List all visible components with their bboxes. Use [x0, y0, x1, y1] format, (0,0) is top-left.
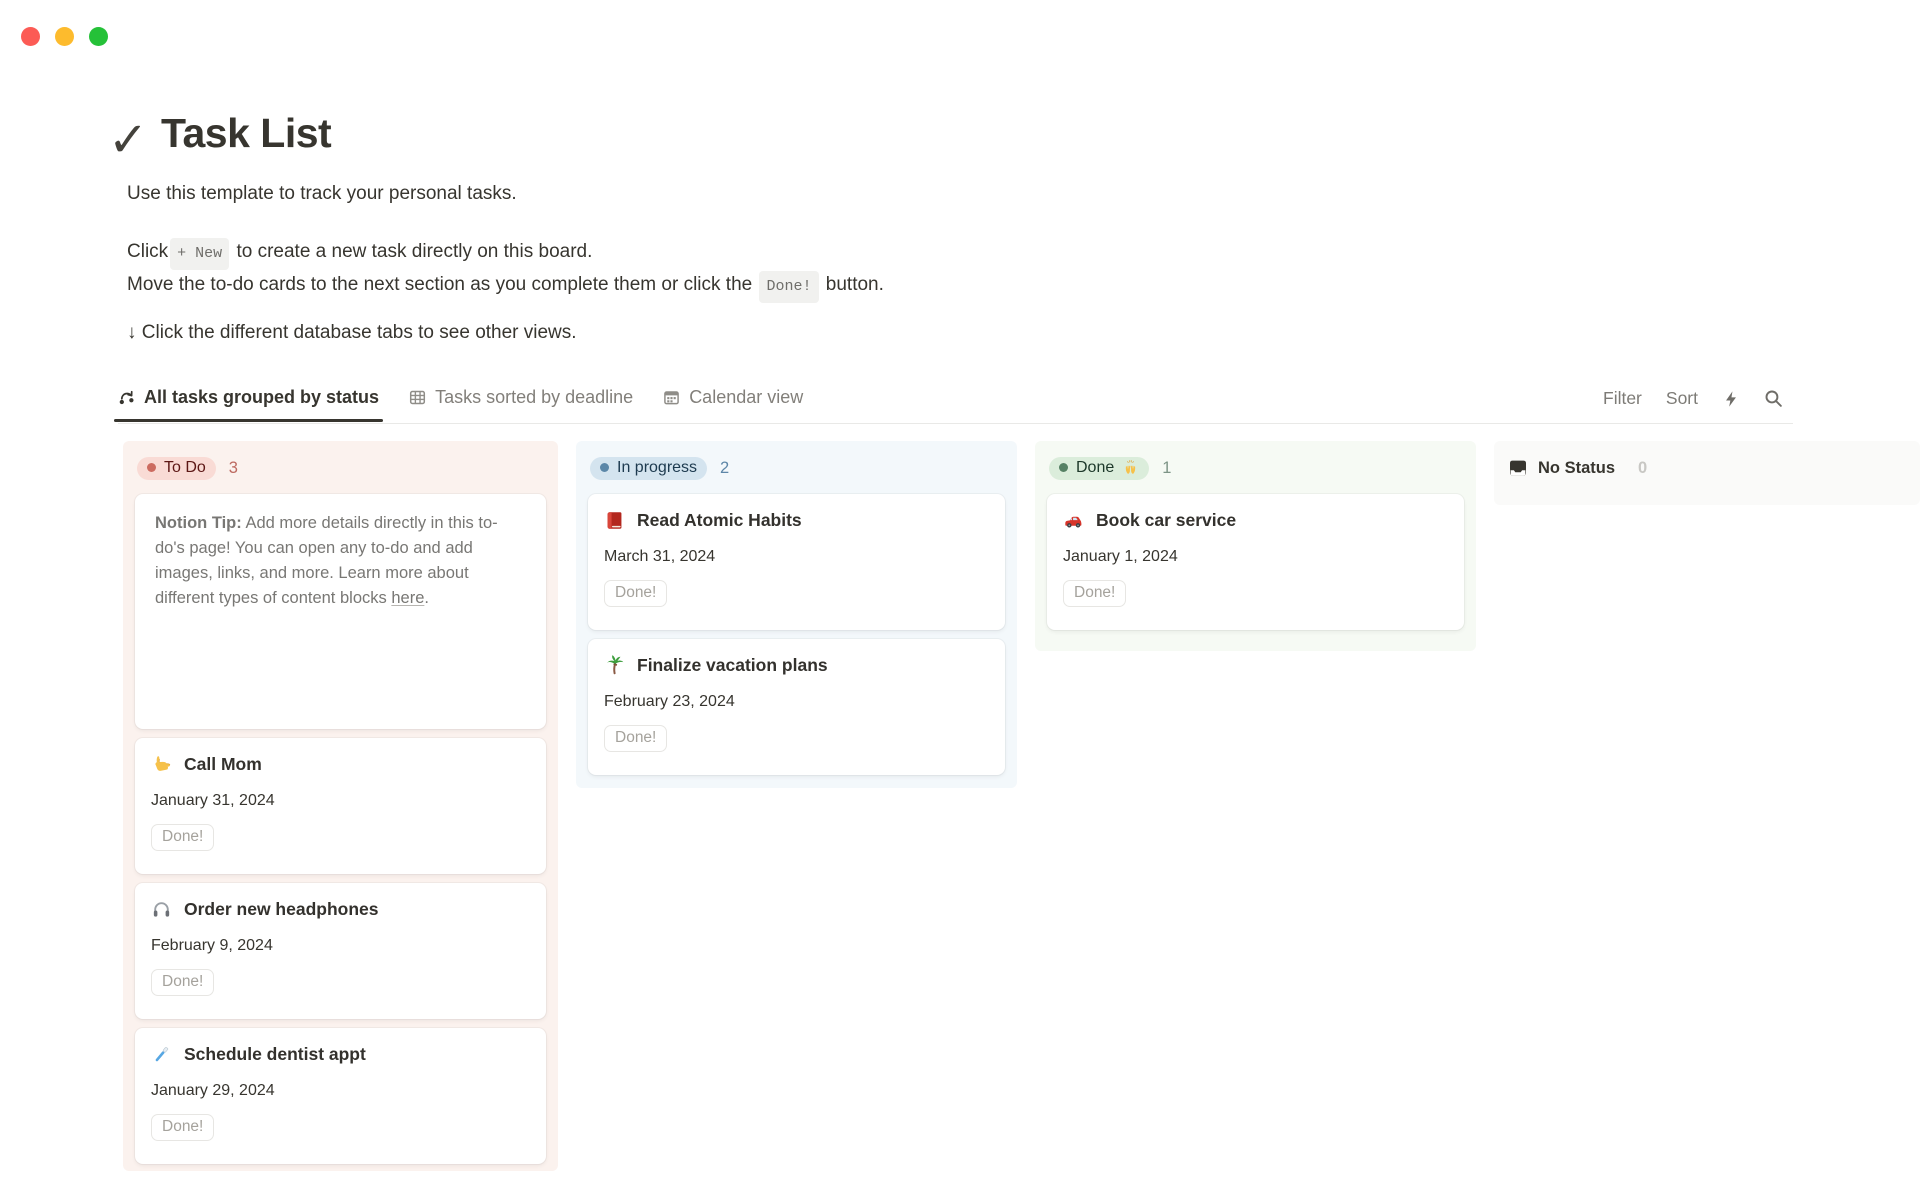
tab-label: Tasks sorted by deadline — [435, 387, 633, 408]
done-button[interactable]: Done! — [151, 1114, 214, 1141]
instr1-text-2: to create a new task directly on this bo… — [231, 241, 592, 262]
sort-button[interactable]: Sort — [1666, 388, 1698, 409]
raised-hands-emoji — [1122, 459, 1139, 476]
tip-text-end: . — [424, 589, 429, 607]
card-title: Book car service — [1096, 510, 1236, 531]
close-window-button[interactable] — [21, 27, 40, 46]
column-count: 2 — [720, 459, 729, 478]
instr1-text: Click — [127, 241, 168, 262]
status-label: To Do — [164, 459, 206, 477]
instr2-text: Move the to-do cards to the next section… — [127, 274, 752, 295]
red-car-emoji — [1063, 510, 1084, 531]
palm-tree-emoji — [604, 655, 625, 676]
red-book-emoji — [604, 510, 625, 531]
card-title: Read Atomic Habits — [637, 510, 802, 531]
card-title: Call Mom — [184, 754, 262, 775]
column-header[interactable]: Done 1 — [1049, 455, 1462, 481]
task-card-read-atomic-habits[interactable]: Read Atomic Habits March 31, 2024 Done! — [588, 494, 1005, 630]
card-title: Schedule dentist appt — [184, 1044, 366, 1065]
status-label: Done — [1076, 459, 1114, 477]
search-icon[interactable] — [1764, 389, 1783, 408]
column-count: 1 — [1162, 459, 1171, 478]
card-title: Finalize vacation plans — [637, 655, 828, 676]
column-count: 0 — [1638, 459, 1647, 478]
minimize-window-button[interactable] — [55, 27, 74, 46]
tip-bold-label: Notion Tip: — [155, 514, 242, 532]
card-due-date: January 29, 2024 — [151, 1082, 530, 1100]
column-in-progress: In progress 2 Read Atomic Habits March 3… — [576, 441, 1017, 788]
calendar-view-icon — [663, 389, 680, 406]
card-due-date: January 31, 2024 — [151, 792, 530, 810]
task-card-order-new-headphones[interactable]: Order new headphones February 9, 2024 Do… — [135, 883, 546, 1019]
status-pill-in-progress[interactable]: In progress — [590, 457, 707, 480]
card-due-date: March 31, 2024 — [604, 548, 989, 566]
done-button[interactable]: Done! — [604, 580, 667, 607]
status-pill-to-do[interactable]: To Do — [137, 457, 216, 480]
page-checkmark-icon: ✓ — [108, 112, 148, 168]
done-button[interactable]: Done! — [151, 969, 214, 996]
status-label: No Status — [1538, 459, 1615, 478]
card-due-date: January 1, 2024 — [1063, 548, 1448, 566]
column-count: 3 — [229, 459, 238, 478]
instr3-text: ↓ Click the different database tabs to s… — [127, 322, 577, 344]
notion-tip-card[interactable]: Notion Tip: Add more details directly in… — [135, 494, 546, 729]
page-subtitle: Use this template to track your personal… — [127, 183, 517, 205]
inbox-icon — [1508, 458, 1528, 478]
database-toolbar: Filter Sort — [1603, 388, 1783, 409]
column-no-status: No Status 0 — [1494, 441, 1920, 505]
status-pill-done[interactable]: Done — [1049, 457, 1149, 480]
status-label: In progress — [617, 459, 697, 477]
done-chip: Done! — [759, 271, 818, 303]
column-to-do: To Do 3 Notion Tip: Add more details dir… — [123, 441, 558, 1171]
task-card-call-mom[interactable]: Call Mom January 31, 2024 Done! — [135, 738, 546, 874]
done-button[interactable]: Done! — [151, 824, 214, 851]
tab-all-tasks-grouped-by-status[interactable]: All tasks grouped by status — [118, 383, 379, 412]
headphones-emoji — [151, 899, 172, 920]
column-header[interactable]: No Status 0 — [1508, 455, 1906, 481]
instructions-paragraph: Click+ New to create a new task directly… — [127, 237, 884, 303]
zoom-window-button[interactable] — [89, 27, 108, 46]
card-due-date: February 23, 2024 — [604, 693, 989, 711]
toothbrush-emoji — [151, 1044, 172, 1065]
table-view-icon — [409, 389, 426, 406]
tip-here-link[interactable]: here — [391, 589, 424, 607]
lightning-icon[interactable] — [1722, 390, 1740, 408]
task-card-schedule-dentist-appt[interactable]: Schedule dentist appt January 29, 2024 D… — [135, 1028, 546, 1164]
tab-tasks-sorted-by-deadline[interactable]: Tasks sorted by deadline — [409, 383, 633, 412]
call-me-hand-emoji — [151, 754, 172, 775]
column-done: Done 1 Boo — [1035, 441, 1476, 651]
instr2-text-2: button. — [821, 274, 884, 295]
new-task-chip[interactable]: + New — [170, 238, 229, 270]
status-dot — [147, 463, 156, 472]
task-card-book-car-service[interactable]: Book car service January 1, 2024 Done! — [1047, 494, 1464, 630]
database-view-tabbar: All tasks grouped by status Tasks sorted… — [118, 383, 1793, 424]
column-header[interactable]: In progress 2 — [590, 455, 1003, 481]
done-button[interactable]: Done! — [604, 725, 667, 752]
tab-calendar-view[interactable]: Calendar view — [663, 383, 803, 412]
board-view-icon — [118, 389, 135, 406]
tab-label: All tasks grouped by status — [144, 387, 379, 408]
card-title: Order new headphones — [184, 899, 378, 920]
status-dot — [600, 463, 609, 472]
window-controls — [21, 27, 108, 46]
card-due-date: February 9, 2024 — [151, 937, 530, 955]
filter-button[interactable]: Filter — [1603, 388, 1642, 409]
task-card-finalize-vacation-plans[interactable]: Finalize vacation plans February 23, 202… — [588, 639, 1005, 775]
status-dot — [1059, 463, 1068, 472]
done-button[interactable]: Done! — [1063, 580, 1126, 607]
column-header[interactable]: To Do 3 — [137, 455, 544, 481]
tab-label: Calendar view — [689, 387, 803, 408]
page-title: Task List — [161, 110, 331, 157]
